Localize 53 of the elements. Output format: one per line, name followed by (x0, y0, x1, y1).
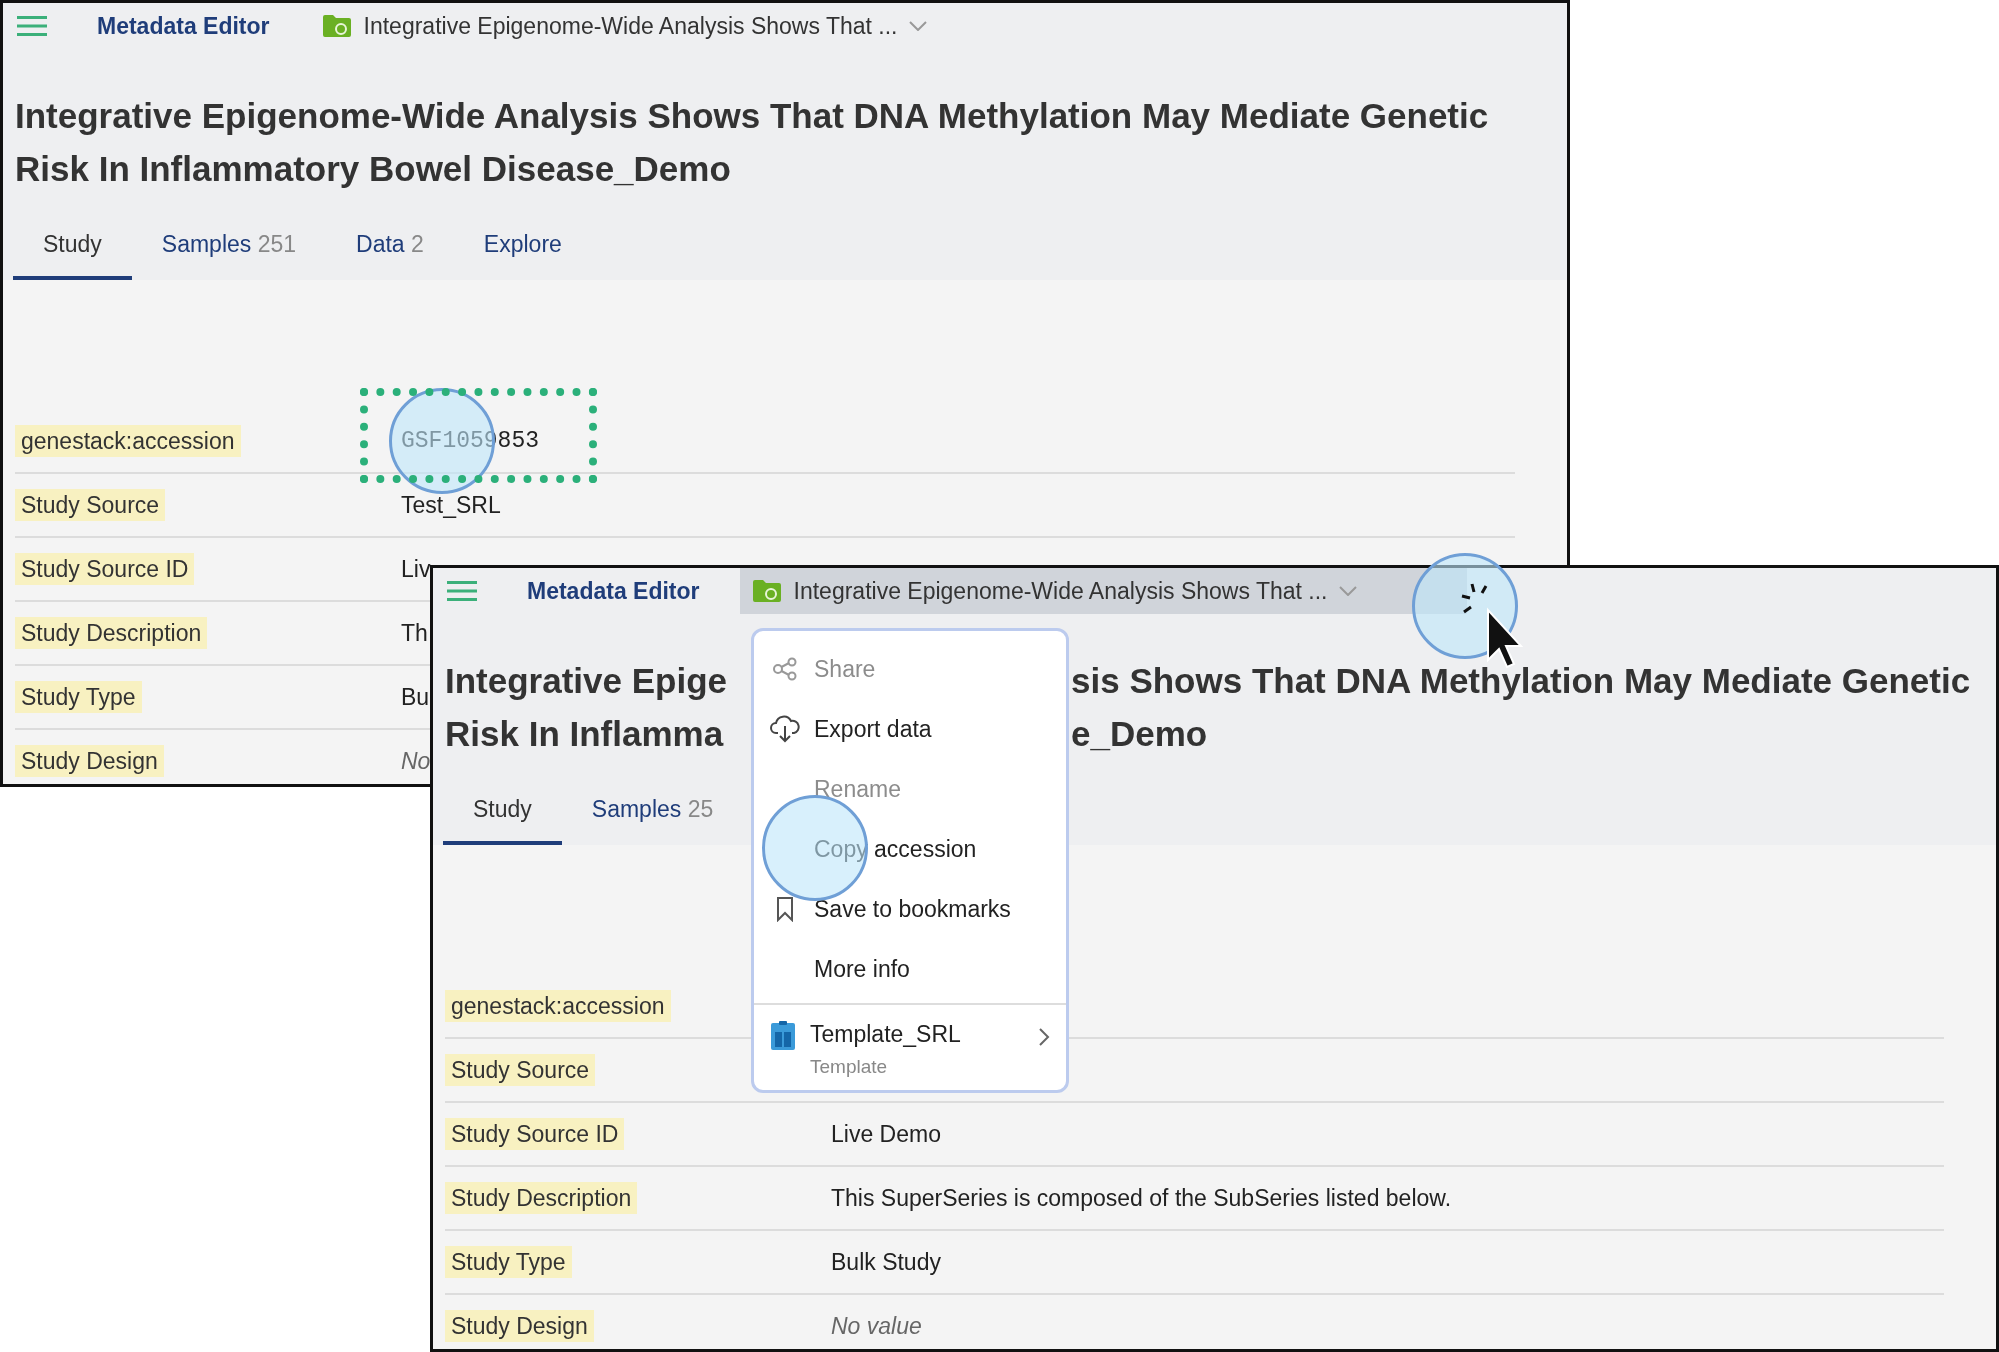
field-value: Bu (401, 683, 430, 711)
tab[interactable]: Study (443, 782, 562, 845)
tab[interactable]: Samples 25 (561, 782, 744, 845)
study-title: sis Shows That DNA Methylation May Mediate Genetic (1071, 661, 1971, 700)
chevron-down-icon (909, 21, 928, 31)
tab[interactable]: Samples 251 (131, 217, 327, 280)
field-value: This SuperSeries is composed of the SubSeries listed below. (831, 1184, 1452, 1212)
menu-item[interactable]: Export data (754, 699, 1066, 759)
tab[interactable]: Explore (453, 217, 592, 280)
field-label: Study Source ID (445, 1117, 625, 1150)
dataset-dropdown[interactable]: Integrative Epigenome-Wide Analysis Shows That ... (739, 568, 1468, 614)
cloud-download-icon (770, 715, 800, 743)
study-title: Risk In Inflamma (445, 714, 724, 753)
share-icon (772, 657, 798, 681)
folder-icon (321, 14, 352, 38)
field-value: No (401, 747, 431, 775)
field-label: Study Description (15, 616, 208, 649)
field-label: Study Source (15, 488, 166, 521)
tab[interactable]: Data 2 (326, 217, 454, 280)
field-value: Liv (401, 555, 431, 583)
study-title: Integrative Epige (445, 661, 728, 700)
study-title: Integrative Epigenome-Wide Analysis Shows That DNA Methylation May Mediate Genetic Risk In Inflammatory Bowel Disease_Demo (14, 95, 1490, 190)
app-title[interactable]: Metadata Editor (97, 12, 270, 40)
menu-item[interactable]: Copy accession (754, 819, 1066, 879)
field-value: Test_SRL (401, 491, 501, 519)
menu-icon[interactable] (447, 580, 477, 602)
bookmark-icon (776, 896, 794, 922)
dataset-dropdown[interactable]: Integrative Epigenome-Wide Analysis Shows That ... (309, 3, 948, 49)
field-label: Study Description (445, 1181, 638, 1214)
field-label: Study Source ID (15, 552, 195, 585)
menu-item[interactable]: More info (754, 939, 1066, 999)
template-icon (770, 1021, 796, 1051)
field-label: Study Source (445, 1053, 596, 1086)
field-label: Study Type (445, 1245, 572, 1278)
field-value: Bulk Study (831, 1248, 941, 1276)
field-label: genestack:accession (15, 424, 241, 457)
field-value: Th (401, 619, 428, 647)
menu-icon[interactable] (17, 15, 47, 37)
field-value: Live Demo (831, 1120, 941, 1148)
tab[interactable]: Study (13, 217, 132, 280)
chevron-down-icon (1339, 586, 1358, 596)
field-label: Study Design (15, 744, 164, 777)
field-label: Study Design (445, 1309, 594, 1342)
study-title: e_Demo (1071, 714, 1208, 753)
folder-icon (751, 579, 782, 603)
menu-item[interactable]: Save to bookmarks (754, 879, 1066, 939)
app-title[interactable]: Metadata Editor (527, 577, 700, 605)
chevron-right-icon[interactable] (1038, 1027, 1050, 1047)
template-type: Template (810, 1056, 889, 1078)
field-label: Study Type (15, 680, 142, 713)
template-name[interactable]: Template_SRL (810, 1021, 1024, 1048)
field-value: No value (831, 1312, 922, 1340)
field-label: genestack:accession (445, 989, 671, 1022)
